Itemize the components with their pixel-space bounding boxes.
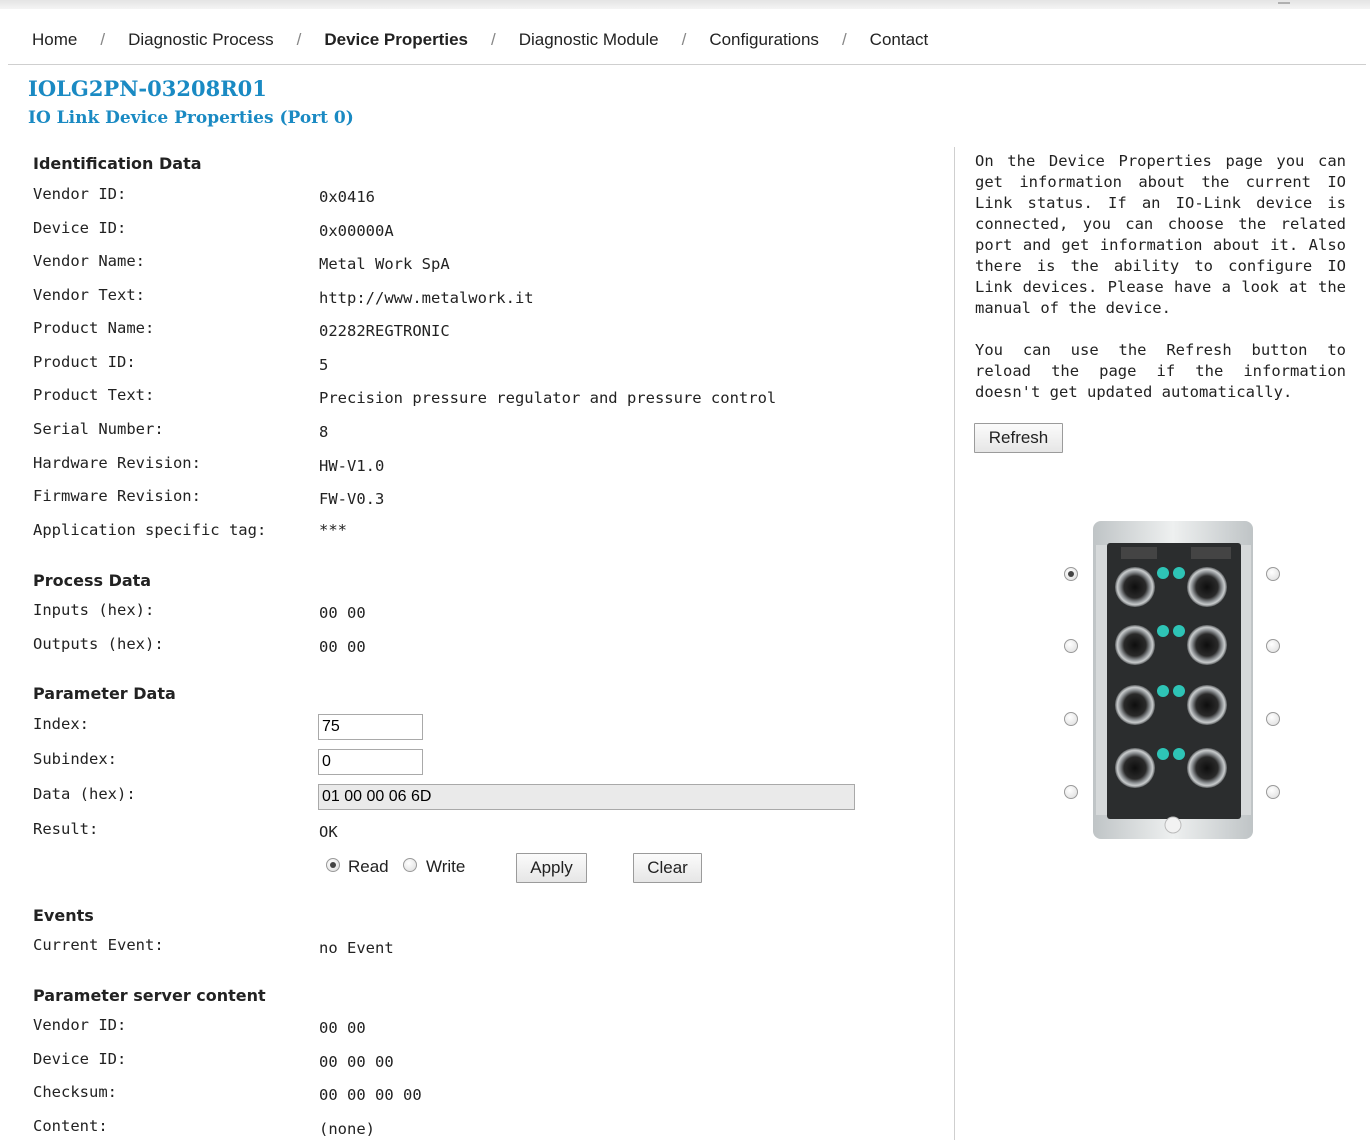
port-1-radio[interactable] <box>1266 567 1280 581</box>
firmware-revision-label: Firmware Revision: <box>33 487 201 505</box>
port-0-radio[interactable] <box>1064 567 1078 581</box>
subindex-label: Subindex: <box>33 750 117 768</box>
ps-device-id-value: 00 00 00 <box>319 1053 394 1071</box>
result-label: Result: <box>33 820 99 838</box>
vendor-id-value: 0x0416 <box>319 188 375 206</box>
read-radio[interactable] <box>326 858 340 872</box>
port-7-radio[interactable] <box>1266 785 1280 799</box>
vendor-id-label: Vendor ID: <box>33 185 127 203</box>
nav-separator: / <box>681 30 687 49</box>
device-id-value: 0x00000A <box>319 222 394 240</box>
page-subtitle: IO Link Device Properties (Port 0) <box>28 108 354 128</box>
data-hex-label: Data (hex): <box>33 785 136 803</box>
mounting-hole <box>1164 816 1182 834</box>
product-id-value: 5 <box>319 356 329 374</box>
port-6-radio[interactable] <box>1064 785 1078 799</box>
nav-configurations[interactable]: Configurations <box>709 30 819 50</box>
ps-content-label: Content: <box>33 1117 108 1135</box>
events-heading: Events <box>33 906 94 925</box>
read-label: Read <box>348 857 389 876</box>
port-2-radio[interactable] <box>1064 639 1078 653</box>
product-name-value: 02282REGTRONIC <box>319 322 450 340</box>
help-paragraph-2: You can use the Refresh button to reload… <box>975 341 1346 401</box>
firmware-revision-value: FW-V0.3 <box>319 490 385 508</box>
nav-home[interactable]: Home <box>32 30 77 50</box>
port-4-radio[interactable] <box>1064 712 1078 726</box>
main-navigation: Home / Diagnostic Process / Device Prope… <box>8 22 1366 65</box>
clear-button[interactable]: Clear <box>633 853 702 883</box>
help-text: On the Device Properties page you can ge… <box>975 151 1346 424</box>
device-port-selector <box>1055 515 1295 845</box>
ps-vendor-id-label: Vendor ID: <box>33 1016 127 1034</box>
ps-vendor-id-value: 00 00 <box>319 1019 366 1037</box>
apply-button[interactable]: Apply <box>516 853 587 883</box>
port-3-radio[interactable] <box>1266 639 1280 653</box>
nav-diagnostic-module[interactable]: Diagnostic Module <box>519 30 659 50</box>
product-text-value: Precision pressure regulator and pressur… <box>319 389 777 407</box>
identification-heading: Identification Data <box>33 154 202 173</box>
serial-number-label: Serial Number: <box>33 420 164 438</box>
window-minimize-mark <box>1278 2 1290 4</box>
result-value: OK <box>319 823 338 841</box>
io-link-master-image <box>1093 521 1253 839</box>
port-5-radio[interactable] <box>1266 712 1280 726</box>
nav-diagnostic-process[interactable]: Diagnostic Process <box>128 30 274 50</box>
process-data-heading: Process Data <box>33 571 152 590</box>
status-led-strip-right <box>1191 547 1231 559</box>
app-specific-tag-label: Application specific tag: <box>33 521 267 539</box>
nav-separator: / <box>490 30 496 49</box>
hardware-revision-value: HW-V1.0 <box>319 457 385 475</box>
index-label: Index: <box>33 715 89 733</box>
nav-device-properties[interactable]: Device Properties <box>324 30 468 50</box>
write-label: Write <box>426 857 466 876</box>
ps-device-id-label: Device ID: <box>33 1050 127 1068</box>
product-text-label: Product Text: <box>33 386 155 404</box>
parameter-data-heading: Parameter Data <box>33 684 176 703</box>
hardware-revision-label: Hardware Revision: <box>33 454 201 472</box>
outputs-hex-label: Outputs (hex): <box>33 635 164 653</box>
app-specific-tag-value: *** <box>319 521 347 539</box>
ps-checksum-label: Checksum: <box>33 1083 117 1101</box>
product-name-label: Product Name: <box>33 319 155 337</box>
serial-number-value: 8 <box>319 423 329 441</box>
product-id-label: Product ID: <box>33 353 136 371</box>
ps-content-value: (none) <box>319 1120 375 1138</box>
nav-items: Home / Diagnostic Process / Device Prope… <box>32 30 928 50</box>
write-radio[interactable] <box>403 858 417 872</box>
page-title: IOLG2PN-03208R01 <box>28 76 267 101</box>
vendor-name-label: Vendor Name: <box>33 252 145 270</box>
nav-contact[interactable]: Contact <box>870 30 929 50</box>
subindex-input[interactable] <box>318 749 423 775</box>
index-input[interactable] <box>318 714 423 740</box>
current-event-value: no Event <box>319 939 394 957</box>
help-paragraph-1: On the Device Properties page you can ge… <box>975 152 1346 317</box>
refresh-button[interactable]: Refresh <box>974 423 1063 453</box>
ps-checksum-value: 00 00 00 00 <box>319 1086 422 1104</box>
vendor-text-label: Vendor Text: <box>33 286 145 304</box>
current-event-label: Current Event: <box>33 936 164 954</box>
nav-separator: / <box>841 30 847 49</box>
param-server-heading: Parameter server content <box>33 986 266 1005</box>
nav-separator: / <box>100 30 106 49</box>
nav-separator: / <box>296 30 302 49</box>
inputs-hex-value: 00 00 <box>319 604 366 622</box>
outputs-hex-value: 00 00 <box>319 638 366 656</box>
browser-top-strip <box>0 0 1370 9</box>
vendor-text-value: http://www.metalwork.it <box>319 289 534 307</box>
data-hex-input[interactable] <box>318 784 855 810</box>
vendor-name-value: Metal Work SpA <box>319 255 450 273</box>
column-divider <box>954 147 955 1140</box>
inputs-hex-label: Inputs (hex): <box>33 601 155 619</box>
device-id-label: Device ID: <box>33 219 127 237</box>
status-led-strip-left <box>1121 547 1157 559</box>
